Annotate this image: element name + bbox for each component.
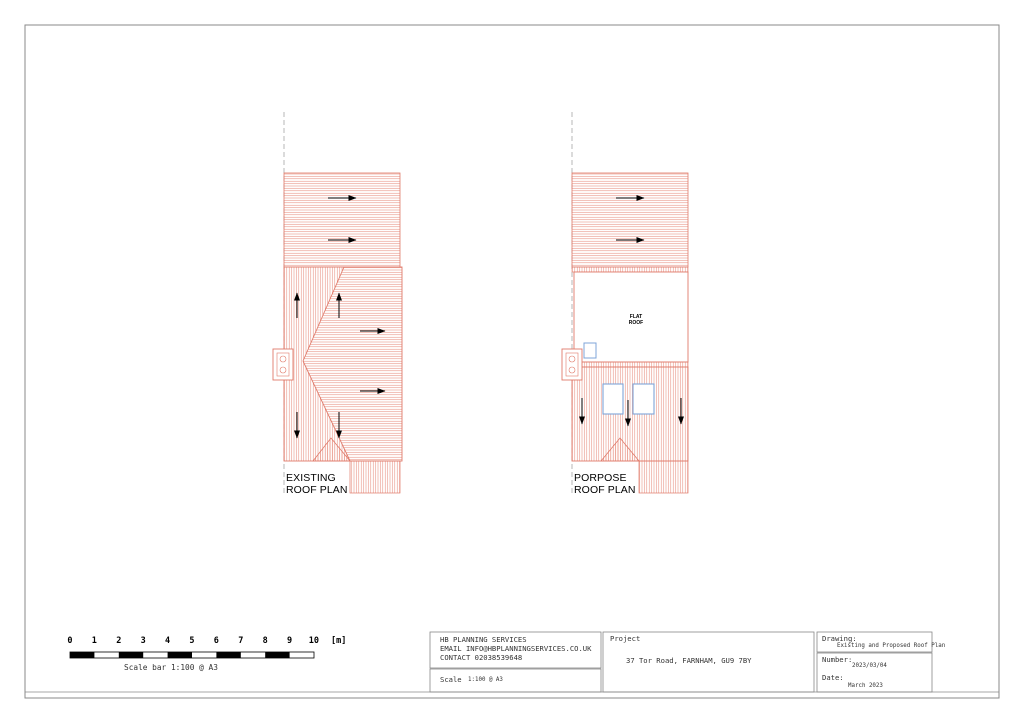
scale-bar-tick-label: 1 [91, 636, 97, 646]
date-value: March 2023 [848, 683, 883, 689]
scale-bar-tick-label: 7 [238, 636, 244, 646]
date-label: Date: [822, 673, 844, 682]
scale-bar-caption: Scale bar 1:100 @ A3 [124, 663, 218, 672]
proposed-roof-plan [561, 112, 689, 494]
drawing-value: Existing and Proposed Roof Plan [837, 643, 946, 649]
scale-bar [69, 651, 315, 659]
company-name: HB PLANNING SERVICES [440, 635, 527, 644]
project-label: Project [610, 634, 641, 643]
existing-plan-title: EXISTING ROOF PLAN [286, 472, 348, 496]
scale-bar-tick-label: 8 [262, 636, 268, 646]
number-value: 2023/03/04 [852, 663, 887, 669]
skylight [583, 342, 597, 359]
existing-roof-plan [272, 112, 403, 494]
proposed-title-line1: PORPOSE [574, 472, 627, 484]
scale-bar-tick-label: 5 [189, 636, 195, 646]
drawing-label: Drawing: [822, 634, 857, 643]
skylight [632, 383, 655, 415]
number-label: Number: [822, 655, 853, 664]
scale-label: Scale [440, 675, 462, 684]
scale-bar-tick-label: 10 [308, 636, 320, 646]
scale-bar-tick-label: 4 [165, 636, 171, 646]
scale-value: 1:100 @ A3 [468, 677, 503, 683]
project-value: 37 Tor Road, FARNHAM, GU9 7BY [626, 656, 752, 665]
scale-bar-tick-label: 2 [116, 636, 122, 646]
sheet-border [24, 24, 1000, 699]
company-email: EMAIL INFO@HBPLANNINGSERVICES.CO.UK [440, 644, 592, 653]
scale-bar-tick-label: 3 [140, 636, 146, 646]
proposed-title-line2: ROOF PLAN [574, 484, 636, 496]
existing-title-line2: ROOF PLAN [286, 484, 348, 496]
flat-roof-label: FLAT ROOF [621, 314, 651, 326]
scale-bar-tick-label: 0 [67, 636, 73, 646]
company-contact: CONTACT 02038539648 [440, 653, 523, 662]
flat-roof-label-line2: ROOF [628, 320, 644, 326]
skylight [602, 383, 624, 415]
existing-title-line1: EXISTING [286, 472, 336, 484]
scale-bar-tick-label: 9 [287, 636, 293, 646]
drawing-sheet [24, 24, 1000, 699]
scale-bar-tick-label: 6 [213, 636, 219, 646]
proposed-plan-title: PORPOSE ROOF PLAN [574, 472, 636, 496]
scale-bar-unit: [m] [331, 636, 347, 646]
